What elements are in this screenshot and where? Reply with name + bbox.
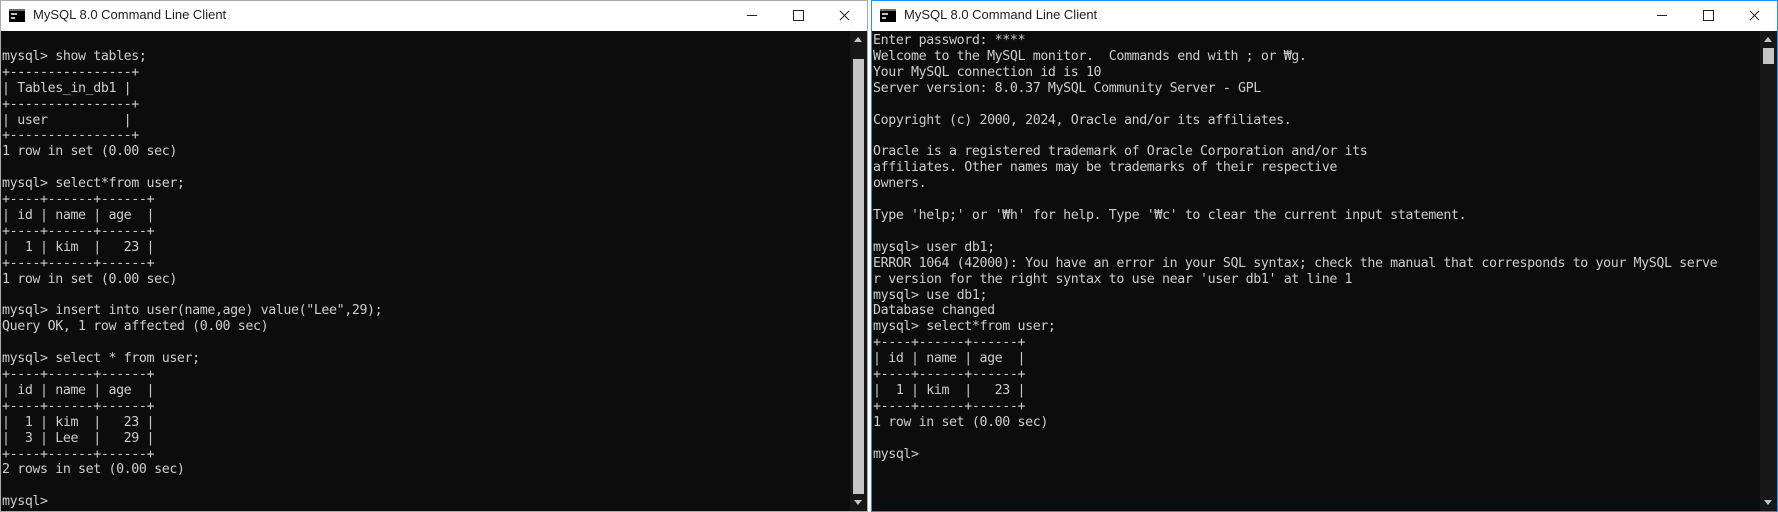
scroll-up-arrow-icon[interactable] — [850, 31, 867, 48]
right-scroll-thumb[interactable] — [1763, 48, 1774, 64]
console-icon — [880, 9, 896, 22]
left-title-bar[interactable]: MySQL 8.0 Command Line Client — [1, 1, 867, 30]
maximize-icon[interactable] — [1685, 1, 1731, 30]
scroll-down-arrow-icon[interactable] — [850, 494, 867, 511]
right-console-area[interactable]: Enter password: **** Welcome to the MySQ… — [872, 31, 1760, 511]
minimize-icon[interactable] — [1639, 1, 1685, 30]
left-console-area[interactable]: mysql> show tables; +----------------+ |… — [1, 31, 850, 511]
left-scrollbar[interactable] — [850, 31, 867, 511]
right-scrollbar[interactable] — [1760, 31, 1777, 511]
scroll-up-arrow-icon[interactable] — [1760, 31, 1777, 48]
right-console-window[interactable]: MySQL 8.0 Command Line Client Enter pass… — [871, 0, 1778, 512]
left-console-window[interactable]: MySQL 8.0 Command Line Client mysql> sho… — [0, 0, 868, 512]
left-scroll-thumb[interactable] — [853, 59, 864, 494]
scroll-down-arrow-icon[interactable] — [1760, 494, 1777, 511]
maximize-icon[interactable] — [775, 1, 821, 30]
close-icon[interactable] — [821, 1, 867, 30]
minimize-icon[interactable] — [729, 1, 775, 30]
right-title-bar[interactable]: MySQL 8.0 Command Line Client — [872, 1, 1777, 30]
left-console-text: mysql> show tables; +----------------+ |… — [2, 48, 383, 510]
right-console-text: Enter password: **** Welcome to the MySQ… — [873, 33, 1718, 462]
right-window-title: MySQL 8.0 Command Line Client — [904, 7, 1098, 22]
left-window-title: MySQL 8.0 Command Line Client — [33, 7, 227, 22]
close-icon[interactable] — [1731, 1, 1777, 30]
console-icon — [9, 9, 25, 22]
